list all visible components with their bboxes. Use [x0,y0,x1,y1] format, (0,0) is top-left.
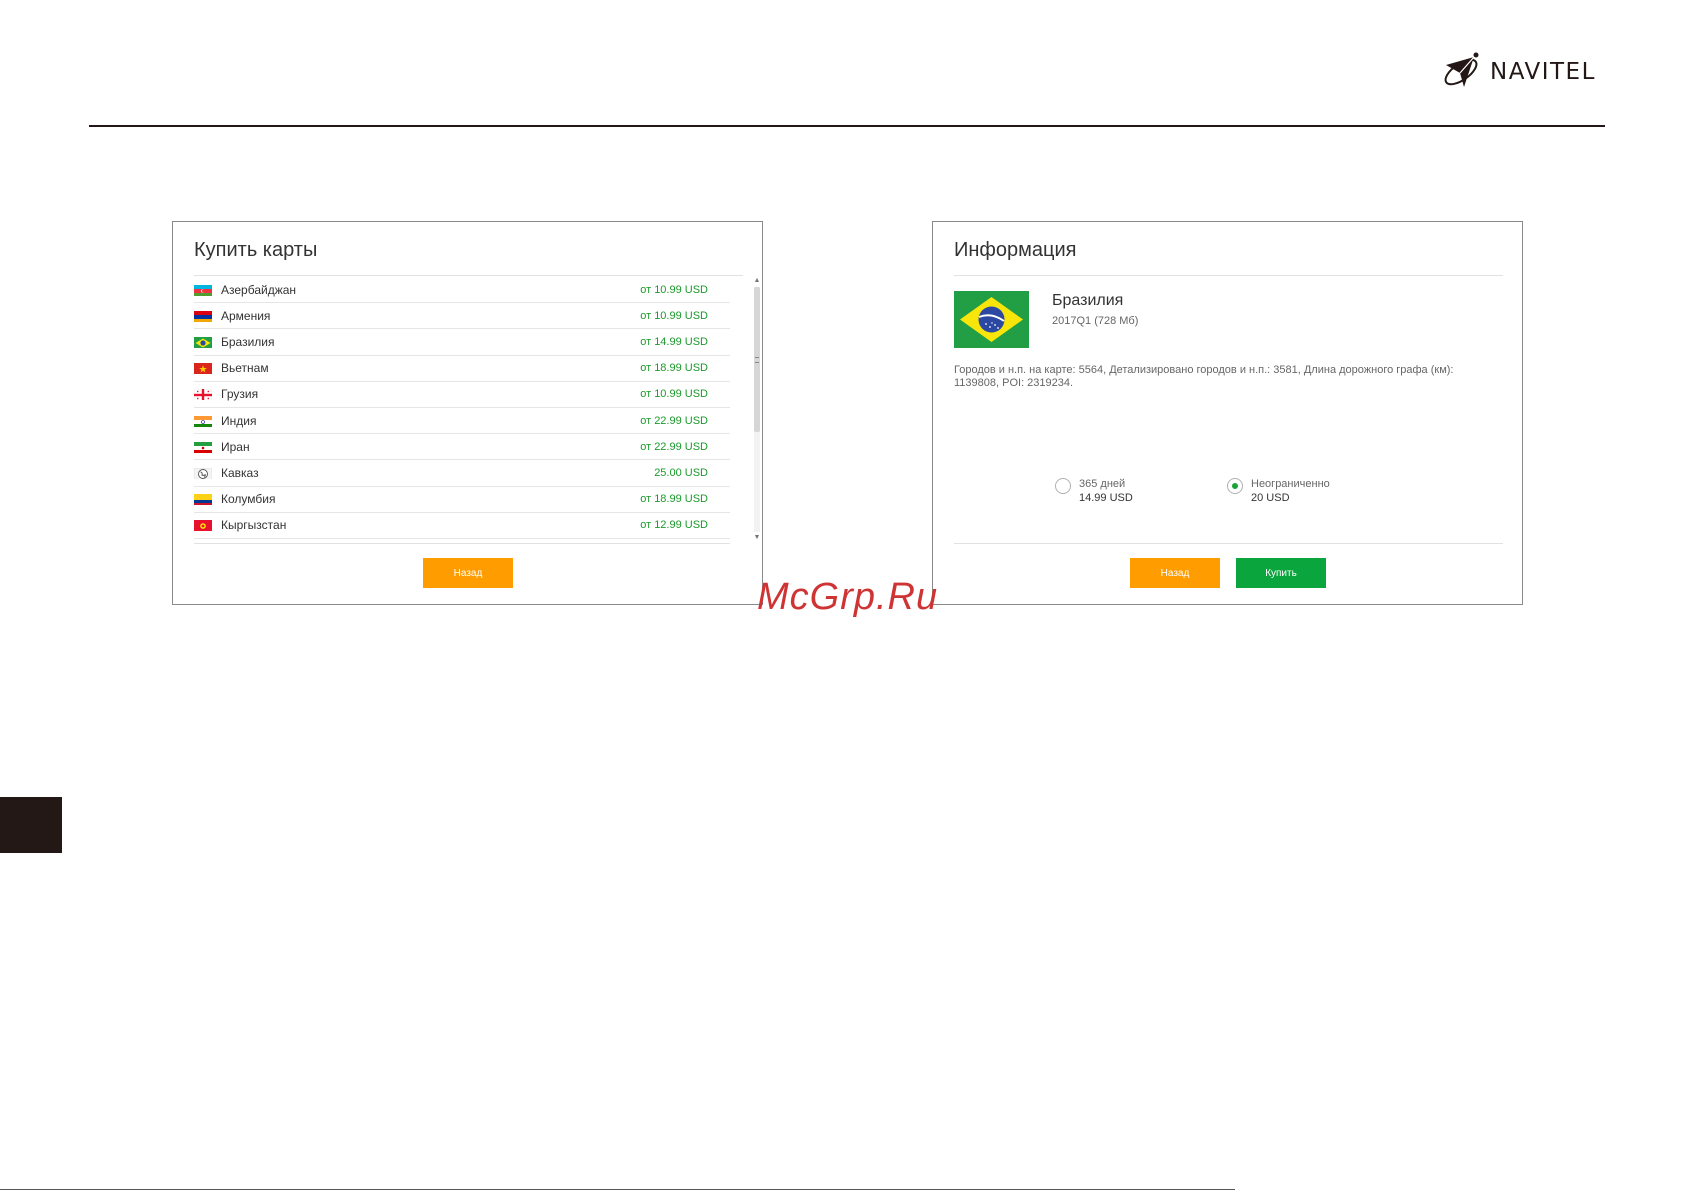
navitel-logo-icon [1444,52,1479,87]
info-country-name: Бразилия [1052,292,1124,309]
option-365-days[interactable]: 365 дней 14.99 USD [1055,477,1133,506]
footer-divider [0,1189,1235,1190]
buy-maps-title: Купить карты [194,239,318,261]
map-row-india[interactable]: Индия от 22.99 USD [194,408,730,435]
map-name: Кавказ [221,465,259,480]
title-divider [194,275,743,276]
map-name: Армения [221,308,271,323]
map-price: от 10.99 USD [640,283,708,296]
map-name: Бразилия [221,334,275,349]
back-button[interactable]: Назад [1130,558,1220,588]
map-row-armenia[interactable]: Армения от 10.99 USD [194,303,730,330]
map-list[interactable]: Азербайджан от 10.99 USD Армения от 10.9… [194,277,730,545]
map-name: Иран [221,439,250,454]
map-price: от 22.99 USD [640,440,708,453]
title-divider [954,275,1503,276]
radio-unlimited[interactable] [1227,478,1243,494]
map-list-scrollbar[interactable]: ▲ ▼ [752,277,762,542]
option-label: 365 дней [1079,478,1126,490]
buy-maps-panel: Купить карты Азербайджан от 10.99 USD Ар… [172,221,763,605]
header-divider [89,125,1605,127]
brazil-flag-icon [954,291,1029,348]
option-unlimited[interactable]: Неограниченно 20 USD [1227,477,1330,506]
georgia-flag-icon [194,388,212,401]
back-button[interactable]: Назад [423,558,513,588]
map-row-vietnam[interactable]: Вьетнам от 18.99 USD [194,356,730,382]
option-price: 20 USD [1251,492,1290,504]
map-row-georgia[interactable]: Грузия от 10.99 USD [194,382,730,408]
radio-365-days[interactable] [1055,478,1071,494]
globe-icon [194,467,212,479]
navitel-logo: NAVITEL [1440,48,1596,96]
scroll-up-arrow-icon[interactable]: ▲ [753,277,761,285]
map-row-colombia[interactable]: Колумбия от 18.99 USD [194,487,730,513]
option-text: Неограниченно 20 USD [1251,477,1330,506]
india-flag-icon [194,415,212,427]
list-divider [194,543,730,544]
scroll-track[interactable] [754,287,760,532]
brand-name: NAVITEL [1490,59,1596,85]
map-price: от 22.99 USD [640,414,708,427]
kyrgyzstan-flag-icon [194,519,212,532]
map-row-caucasus[interactable]: Кавказ 25.00 USD [194,460,730,487]
option-label: Неограниченно [1251,478,1330,490]
colombia-flag-icon [194,493,212,506]
map-price: от 18.99 USD [640,493,708,506]
side-tab [0,797,62,853]
map-name: Индия [221,413,257,428]
info-title: Информация [954,239,1077,261]
info-panel: Информация Бразилия 2017Q1 (728 Мб) Горо… [932,221,1523,605]
map-name: Азербайджан [221,282,297,297]
map-name: Кыргызстан [221,518,287,533]
map-row-kyrgyzstan[interactable]: Кыргызстан от 12.99 USD [194,513,730,539]
scroll-down-arrow-icon[interactable]: ▼ [753,534,761,542]
buy-button[interactable]: Купить [1236,558,1326,588]
map-row-iran[interactable]: Иран от 22.99 USD [194,434,730,461]
brazil-flag-icon [194,336,212,348]
map-row-azerbaijan[interactable]: Азербайджан от 10.99 USD [194,277,730,304]
option-text: 365 дней 14.99 USD [1079,477,1133,506]
iran-flag-icon [194,441,212,453]
watermark: McGrp.Ru [757,576,939,618]
scroll-grip-icon [755,357,759,363]
map-name: Грузия [221,387,259,402]
info-description: Городов и н.п. на карте: 5564, Детализир… [954,364,1454,389]
map-price: от 18.99 USD [640,362,708,375]
map-name: Колумбия [221,492,276,507]
map-price: 25.00 USD [654,466,708,479]
map-price: от 12.99 USD [640,519,708,532]
map-price: от 10.99 USD [640,388,708,401]
map-name: Вьетнам [221,361,269,376]
map-price: от 10.99 USD [640,309,708,322]
option-price: 14.99 USD [1079,492,1133,504]
map-row-brazil[interactable]: Бразилия от 14.99 USD [194,329,730,356]
vietnam-flag-icon [194,362,212,375]
scroll-thumb[interactable] [754,287,760,432]
azerbaijan-flag-icon [194,284,212,296]
info-divider [954,543,1503,544]
map-price: от 14.99 USD [640,335,708,348]
info-version: 2017Q1 (728 Мб) [1052,315,1139,327]
armenia-flag-icon [194,310,212,322]
